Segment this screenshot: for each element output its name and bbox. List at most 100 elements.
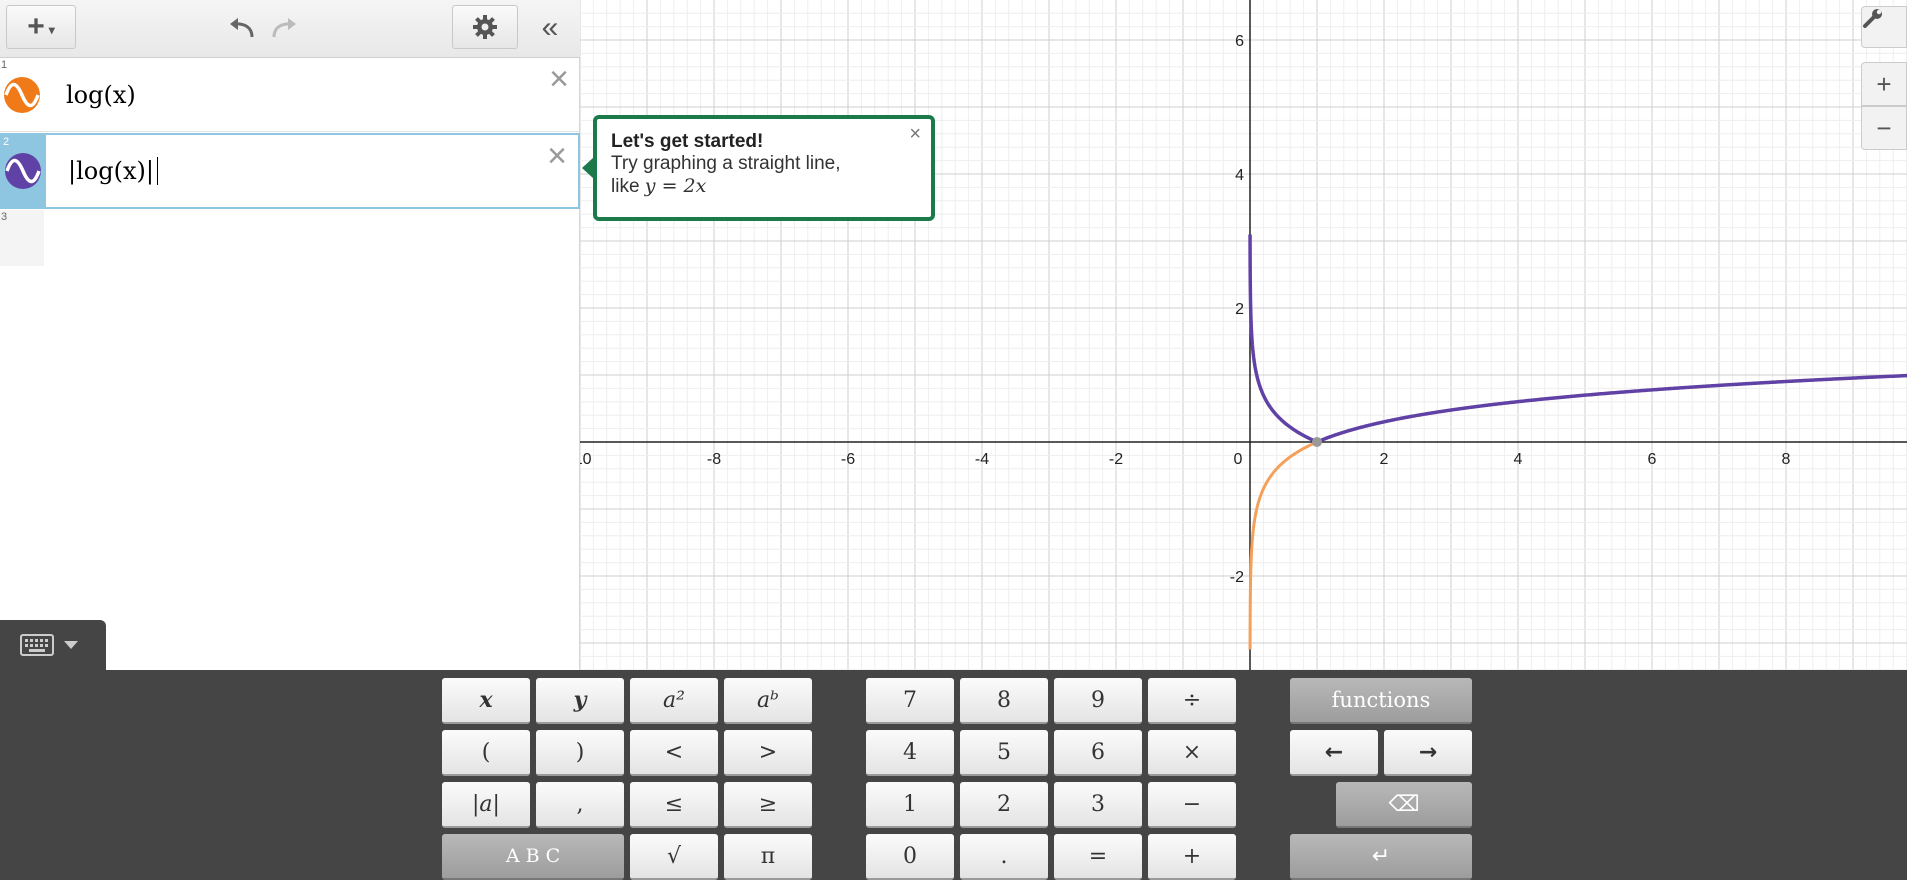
key-0[interactable]: 0	[866, 834, 954, 880]
key-label: 1	[903, 791, 917, 817]
key-divide[interactable]: ÷	[1148, 678, 1236, 724]
collapse-panel-button[interactable]: «	[530, 8, 570, 48]
plus-icon: +	[1876, 68, 1892, 99]
key-label: functions	[1331, 688, 1431, 712]
tooltip-text: Try graphing a straight line,	[611, 153, 841, 174]
key-label: √	[666, 843, 682, 869]
key-label: +	[1182, 843, 1202, 869]
key-label: 9	[1091, 687, 1105, 713]
x-tick-label: 8	[1782, 451, 1791, 468]
key-enter[interactable]: ↵	[1290, 834, 1472, 880]
key-right-arrow[interactable]: →	[1384, 730, 1472, 776]
double-chevron-left-icon: «	[541, 11, 559, 44]
key-label: ×	[1182, 739, 1202, 765]
settings-button[interactable]	[452, 5, 518, 49]
caret-down-icon	[64, 641, 78, 649]
key-square[interactable]: a²	[630, 678, 718, 724]
key-left-arrow[interactable]: ←	[1290, 730, 1378, 776]
expression-index: 2	[3, 136, 10, 148]
key-9[interactable]: 9	[1054, 678, 1142, 724]
key-6[interactable]: 6	[1054, 730, 1142, 776]
zoom-out-button[interactable]: −	[1861, 106, 1907, 150]
expression-item-2[interactable]: 2 |log(x)| ×	[0, 133, 580, 209]
intersection-point[interactable]	[1312, 437, 1322, 447]
x-tick-label: -6	[841, 451, 855, 468]
key-sqrt[interactable]: √	[630, 834, 718, 880]
math-keypad: x y a² aᵇ 7 8 9 ÷ functions ( ) < > 4 5 …	[0, 670, 1907, 880]
key-greater-than[interactable]: >	[724, 730, 812, 776]
x-tick-label: -4	[975, 451, 989, 468]
key-2[interactable]: 2	[960, 782, 1048, 828]
key-backspace[interactable]: ⌫	[1336, 782, 1472, 828]
key-greater-equal[interactable]: ≥	[724, 782, 812, 828]
curve-log[interactable]	[1248, 374, 1907, 650]
left-arrow-icon: ←	[1324, 739, 1344, 765]
key-label: |a|	[472, 791, 500, 817]
key-less-equal[interactable]: ≤	[630, 782, 718, 828]
key-label: ≥	[758, 791, 778, 817]
zoom-in-button[interactable]: +	[1861, 62, 1907, 106]
key-open-paren[interactable]: (	[442, 730, 530, 776]
key-8[interactable]: 8	[960, 678, 1048, 724]
delete-expression-button[interactable]: ×	[544, 62, 574, 96]
key-multiply[interactable]: ×	[1148, 730, 1236, 776]
y-tick-label: -2	[1230, 569, 1244, 586]
expression-item-3[interactable]: 3	[0, 210, 580, 266]
redo-button[interactable]	[262, 10, 306, 46]
expression-input[interactable]: log(x)	[66, 58, 136, 131]
key-abs[interactable]: |a|	[442, 782, 530, 828]
tooltip-close-button[interactable]: ×	[909, 123, 921, 146]
key-label: 0	[903, 843, 917, 869]
expression-item-1[interactable]: 1 log(x) ×	[0, 58, 580, 132]
minus-icon: −	[1876, 112, 1892, 143]
key-plus[interactable]: +	[1148, 834, 1236, 880]
expression-text: |log(x)|	[68, 157, 154, 185]
expression-text: log(x)	[66, 80, 136, 109]
key-equals[interactable]: =	[1054, 834, 1142, 880]
key-minus[interactable]: −	[1148, 782, 1236, 828]
key-x[interactable]: x	[442, 678, 530, 724]
graph-settings-button[interactable]	[1861, 6, 1907, 48]
key-less-than[interactable]: <	[630, 730, 718, 776]
key-functions[interactable]: functions	[1290, 678, 1472, 724]
gear-icon	[473, 15, 497, 39]
key-y[interactable]: y	[536, 678, 624, 724]
key-3[interactable]: 3	[1054, 782, 1142, 828]
key-label: (	[481, 739, 491, 765]
key-label: 4	[903, 739, 917, 765]
key-4[interactable]: 4	[866, 730, 954, 776]
undo-button[interactable]	[220, 10, 264, 46]
plus-icon: +	[27, 10, 45, 43]
key-1[interactable]: 1	[866, 782, 954, 828]
key-label: .	[1000, 843, 1008, 869]
wave-icon	[5, 153, 41, 189]
tooltip-title: Let's get started!	[611, 131, 764, 152]
expression-index: 1	[1, 59, 8, 71]
key-power[interactable]: aᵇ	[724, 678, 812, 724]
key-5[interactable]: 5	[960, 730, 1048, 776]
curve-abs-log[interactable]	[1248, 234, 1907, 444]
key-close-paren[interactable]: )	[536, 730, 624, 776]
key-comma[interactable]: ,	[536, 782, 624, 828]
graph-paper[interactable]: -10-8-6-4-20246810642-2-4-6 + −	[580, 0, 1907, 670]
key-label: x	[479, 687, 493, 713]
expression-input[interactable]: |log(x)|	[68, 135, 158, 207]
graph-canvas[interactable]: -10-8-6-4-20246810642-2-4-6	[580, 0, 1907, 670]
key-decimal[interactable]: .	[960, 834, 1048, 880]
key-pi[interactable]: π	[724, 834, 812, 880]
key-label: 6	[1091, 739, 1105, 765]
delete-expression-button[interactable]: ×	[542, 139, 572, 173]
key-abc[interactable]: A B C	[442, 834, 624, 880]
add-item-button[interactable]: + ▾	[6, 5, 76, 49]
keyboard-toggle-button[interactable]	[0, 620, 106, 670]
x-tick-label: 0	[1234, 451, 1243, 468]
key-label: a²	[663, 687, 685, 713]
text-cursor	[156, 157, 158, 185]
x-tick-label: -10	[580, 451, 592, 468]
x-tick-label: -2	[1109, 451, 1123, 468]
y-tick-label: 4	[1235, 167, 1244, 184]
key-label: −	[1182, 791, 1202, 817]
key-7[interactable]: 7	[866, 678, 954, 724]
keyboard-icon	[20, 634, 54, 656]
x-tick-label: -8	[707, 451, 721, 468]
